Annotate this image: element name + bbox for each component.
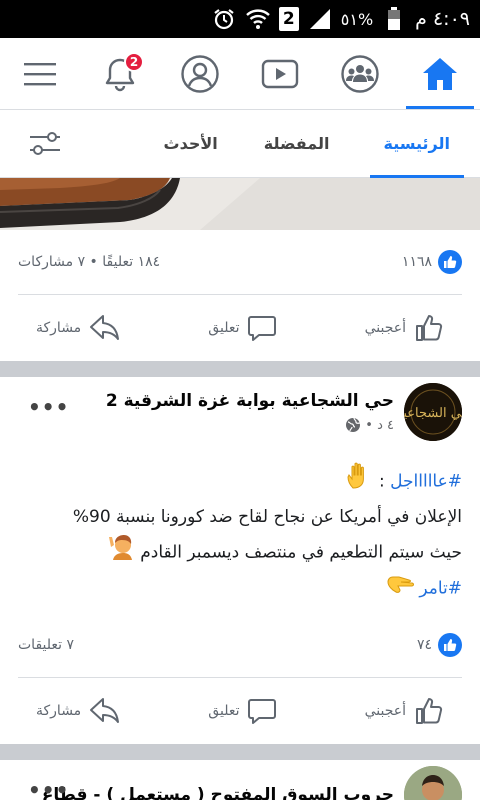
wifi-icon [245,6,271,32]
comment-label: تعليق [208,703,240,719]
svg-text:حي الشجاعية: حي الشجاعية [404,406,462,421]
watch-tab[interactable] [240,38,320,109]
shoe-photo [0,178,480,230]
profile-icon [181,54,219,93]
post-photo[interactable] [0,178,480,230]
status-bar: 2 ٥١% ٤:٠٩ م [0,0,480,38]
post-header: حي الشجاعية حي الشجاعية بوابة غزة الشرقي… [0,377,480,447]
comments-count[interactable]: ٧ تعليقات [18,637,74,653]
post-line-2: الإعلان في أمريكا عن نجاح لقاح ضد كورونا… [72,507,462,527]
notifications-tab[interactable]: 2 [80,38,160,109]
post-line-1: #عاااااجل : [18,461,462,502]
thumbs-up-icon [416,698,443,724]
share-icon [90,698,120,723]
clock: ٤:٠٩ م [415,8,470,30]
hashtag-urgent[interactable]: #عاااااجل [390,472,462,492]
tab-home[interactable]: الرئيسية [369,110,465,178]
post-header: جروب السوق المفتوح ( مستعمل ) - قطاع ••• [0,760,480,800]
share-label: مشاركة [36,320,82,336]
news-feed[interactable]: ١١٦٨ ١٨٤ تعليقًا • ٧ مشاركات أعجبني تعلي… [0,178,480,800]
share-icon [90,315,120,340]
post-line-4: #تامر [18,572,462,605]
top-navigation: 2 [0,38,480,110]
feed-gap [0,744,480,760]
like-label: أعجبني [364,703,406,719]
feed-gap [0,361,480,377]
groups-tab[interactable] [320,38,400,109]
profile-tab[interactable] [160,38,240,109]
raising-hand-person-emoji-icon [107,533,135,572]
thumbs-up-icon [416,315,443,341]
post-line-3: حيث سيتم التطعيم في منتصف ديسمبر القادم [18,533,462,572]
battery-icon [381,6,407,32]
post-text: #عاااااجل : الإعلان في أمريكا عن نجاح لق… [0,447,480,613]
tab-favorites[interactable]: المفضلة [250,110,344,178]
post-card-1: ١١٦٨ ١٨٤ تعليقًا • ٧ مشاركات أعجبني تعلي… [0,178,480,361]
likes-count: ١١٦٨ [401,254,432,270]
reactions-summary[interactable]: ٧٤ [417,633,462,657]
video-icon [261,59,299,88]
likes-count: ٧٤ [416,637,432,653]
post-actions: أعجبني تعليق مشاركة [0,295,480,361]
globe-icon [346,417,361,432]
alarm-icon [211,6,237,32]
comments-shares-count[interactable]: ١٨٤ تعليقًا • ٧ مشاركات [18,254,160,270]
post-stats: ١١٦٨ ١٨٤ تعليقًا • ٧ مشاركات [0,230,480,294]
more-options-button[interactable]: ••• [28,778,69,800]
post-line-3-text: حيث سيتم التطعيم في منتصف ديسمبر القادم [140,542,462,563]
like-button[interactable]: أعجبني [365,313,444,343]
comment-icon [248,699,277,724]
share-button[interactable]: مشاركة [36,313,121,343]
comment-label: تعليق [208,320,240,336]
comment-button[interactable]: تعليق [208,696,277,726]
hamburger-icon [24,62,56,85]
battery-percent: ٥١% [340,9,374,29]
notification-badge: 2 [124,52,144,72]
groups-icon [341,54,379,93]
like-button[interactable]: أعجبني [365,696,444,726]
share-button[interactable]: مشاركة [36,696,121,726]
post-time[interactable]: ٤ د • [365,418,394,433]
post-card-3: جروب السوق المفتوح ( مستعمل ) - قطاع ••• [0,760,480,800]
comment-button[interactable]: تعليق [208,313,277,343]
menu-tab[interactable] [0,38,80,109]
feed-subtabs: الرئيسية المفضلة الأحدث [0,110,480,178]
more-options-button[interactable]: ••• [28,395,69,419]
page-avatar[interactable] [404,766,462,800]
filter-icon[interactable] [28,130,62,158]
post-colon: : [379,471,391,492]
hashtag-tamer[interactable]: #تامر [419,579,462,599]
post-stats: ٧٤ ٧ تعليقات [0,613,480,677]
pointing-hand-emoji-icon [386,572,414,605]
home-tab[interactable] [400,38,480,109]
signal-icon [307,6,333,32]
person-photo [404,766,462,800]
like-reaction-icon [438,633,462,657]
raised-hand-emoji-icon [344,461,374,502]
sim-number: 2 [278,7,299,31]
post-actions: أعجبني تعليق مشاركة [0,678,480,744]
comment-icon [248,316,277,341]
page-avatar[interactable]: حي الشجاعية [404,383,462,441]
post-meta: ٤ د • [12,417,394,433]
share-label: مشاركة [36,703,82,719]
home-icon [423,57,457,90]
tab-recent[interactable]: الأحدث [150,110,232,178]
reactions-summary[interactable]: ١١٦٨ [402,250,462,274]
like-reaction-icon [438,250,462,274]
post-card-2: حي الشجاعية حي الشجاعية بوابة غزة الشرقي… [0,377,480,744]
status-icons-right: 2 ٥١% ٤:٠٩ م [211,6,470,32]
like-label: أعجبني [364,320,406,336]
page-logo: حي الشجاعية [404,383,462,441]
